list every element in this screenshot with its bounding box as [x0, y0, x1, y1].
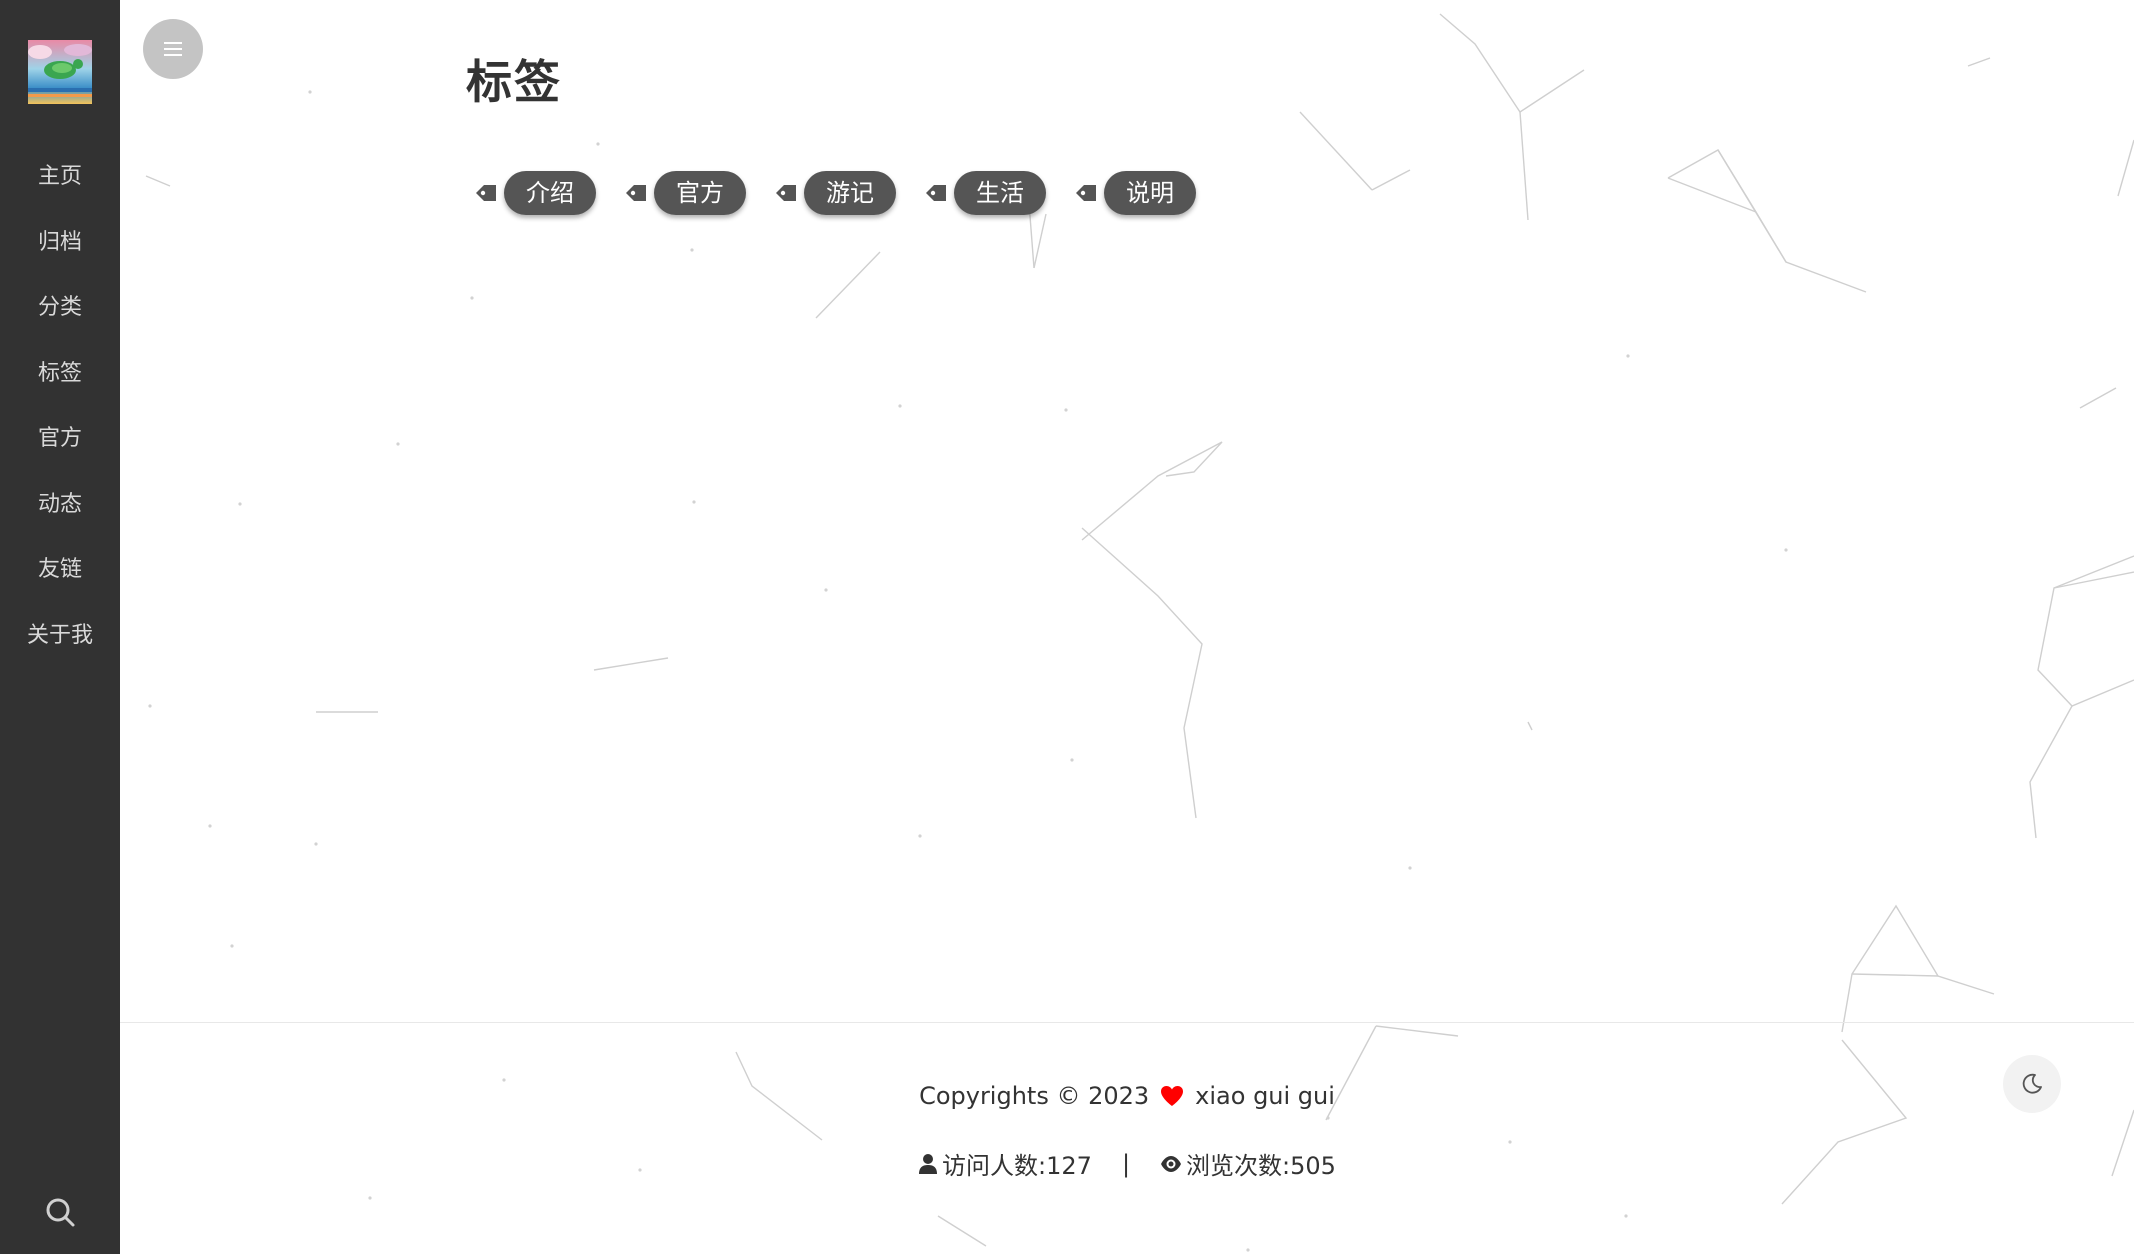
turtle-avatar-image — [28, 40, 92, 104]
menu-toggle-button[interactable] — [143, 19, 203, 79]
copyright-text: Copyrights © 2023 — [919, 1082, 1150, 1110]
tag-icon — [476, 185, 496, 201]
footer-copyright: Copyrights © 2023 xiao gui gui — [0, 1082, 2134, 1110]
dark-mode-toggle-button[interactable] — [2003, 1055, 2061, 1113]
tag-icon — [626, 185, 646, 201]
tag-icon — [1076, 185, 1096, 201]
tag-icon — [926, 185, 946, 201]
tag-item[interactable]: 说明 — [1074, 171, 1196, 215]
tag-item[interactable]: 生活 — [924, 171, 1046, 215]
user-icon — [919, 1153, 938, 1174]
footer-divider — [120, 1022, 2134, 1023]
hamburger-icon — [164, 42, 182, 56]
tag-label[interactable]: 介绍 — [504, 171, 596, 215]
tag-label[interactable]: 说明 — [1104, 171, 1196, 215]
tag-item[interactable]: 游记 — [774, 171, 896, 215]
author-name: xiao gui gui — [1195, 1082, 1335, 1110]
search-icon[interactable] — [44, 1196, 76, 1228]
sidebar-item-home[interactable]: 主页 — [0, 154, 120, 220]
sidebar-nav: 主页 归档 分类 标签 官方 动态 友链 关于我 — [0, 154, 120, 678]
sidebar-item-about[interactable]: 关于我 — [0, 613, 120, 679]
tag-item[interactable]: 官方 — [624, 171, 746, 215]
sidebar-item-categories[interactable]: 分类 — [0, 285, 120, 351]
tag-label[interactable]: 生活 — [954, 171, 1046, 215]
stats-separator: | — [1121, 1149, 1131, 1178]
sidebar-item-links[interactable]: 友链 — [0, 547, 120, 613]
tag-item[interactable]: 介绍 — [474, 171, 596, 215]
tag-icon — [776, 185, 796, 201]
moon-icon — [2022, 1073, 2042, 1094]
heart-icon — [1161, 1086, 1184, 1106]
sidebar-item-archive[interactable]: 归档 — [0, 220, 120, 286]
eye-icon — [1161, 1155, 1182, 1172]
visitor-count: 访问人数:127 — [942, 1152, 1092, 1180]
pageview-count: 浏览次数:505 — [1186, 1152, 1336, 1180]
page-title: 标签 — [466, 55, 562, 109]
footer-stats: 访问人数:127 | 浏览次数:505 — [0, 1146, 2134, 1181]
tag-label[interactable]: 官方 — [654, 171, 746, 215]
sidebar-item-tags[interactable]: 标签 — [0, 351, 120, 417]
sidebar-item-official[interactable]: 官方 — [0, 416, 120, 482]
sidebar-item-moments[interactable]: 动态 — [0, 482, 120, 548]
site-logo[interactable] — [28, 40, 92, 104]
sidebar: 主页 归档 分类 标签 官方 动态 友链 关于我 — [0, 0, 120, 1254]
tag-list: 介绍 官方 游记 生活 说明 — [474, 171, 1224, 215]
tag-label[interactable]: 游记 — [804, 171, 896, 215]
